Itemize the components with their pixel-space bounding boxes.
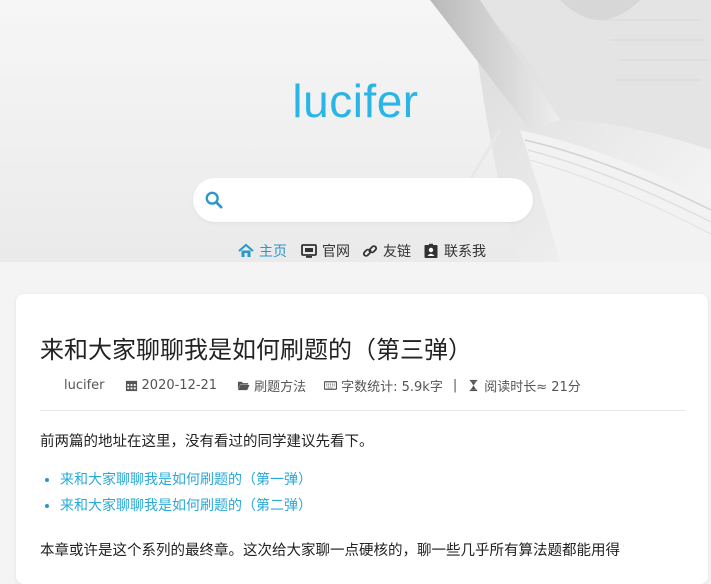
calendar-icon [125,380,137,392]
meta-word-count-text: 字数统计: 5.9k字 [341,380,443,395]
post-link-list: 来和大家聊聊我是如何刷题的（第一弹） 来和大家聊聊我是如何刷题的（第二弹） [40,470,312,522]
post-link-part-2[interactable]: 来和大家聊聊我是如何刷题的（第二弹） [60,498,312,514]
nav-item-friend-links[interactable]: 友链 [362,238,411,262]
nav-item-official-site[interactable]: 官网 [301,238,350,262]
main-nav: 主页 官网 友链 联系我 [236,238,486,262]
site-logo[interactable]: lucifer [0,74,711,128]
meta-read-time: 阅读时长≈ 21分 [467,376,581,395]
list-item: 来和大家聊聊我是如何刷题的（第一弹） [60,470,312,490]
open-book-background [430,0,711,262]
nav-item-contact[interactable]: 联系我 [423,238,486,262]
nav-item-label: 主页 [259,244,287,260]
meta-separator: | [452,378,458,393]
post-meta: lucifer 2020-12-21 刷题方法 字数统计: 5.9k字 | 阅读… [40,376,685,395]
contact-card-icon [424,243,438,258]
post-intro: 前两篇的地址在这里，没有看过的同学建议先看下。 [40,434,374,450]
folder-open-icon [238,381,250,391]
post-link-part-1[interactable]: 来和大家聊聊我是如何刷题的（第一弹） [60,472,312,488]
meta-category-text: 刷题方法 [254,380,307,395]
meta-date: 2020-12-21 [125,378,218,393]
meta-category[interactable]: 刷题方法 [237,376,306,395]
nav-item-label: 联系我 [444,244,486,260]
meta-word-count: 字数统计: 5.9k字 [324,376,443,395]
hourglass-icon [470,379,478,392]
meta-divider [40,410,685,411]
monitor-icon [301,244,317,258]
nav-item-label: 友链 [383,244,411,260]
search-box[interactable] [193,178,533,222]
post-title[interactable]: 来和大家聊聊我是如何刷题的（第三弹） [40,330,472,365]
meta-read-time-text: 阅读时长≈ 21分 [484,380,581,395]
nav-item-home[interactable]: 主页 [236,238,289,262]
nav-item-label: 官网 [322,244,350,260]
keyboard-icon [324,381,338,390]
home-icon [238,243,254,257]
link-icon [362,245,378,257]
post-card: 来和大家聊聊我是如何刷题的（第三弹） lucifer 2020-12-21 刷题… [16,294,708,584]
meta-author[interactable]: lucifer [64,378,105,393]
post-paragraph: 本章或许是这个系列的最终章。这次给大家聊一点硬核的，聊一些几乎所有算法题都能用得 [40,543,620,559]
search-input[interactable] [233,186,517,216]
hero-banner: lucifer 主页 官网 友链 联系我 [0,0,711,262]
meta-date-text: 2020-12-21 [141,378,218,393]
meta-author-text: lucifer [64,378,105,393]
list-item: 来和大家聊聊我是如何刷题的（第二弹） [60,496,312,516]
search-icon[interactable] [205,191,223,209]
